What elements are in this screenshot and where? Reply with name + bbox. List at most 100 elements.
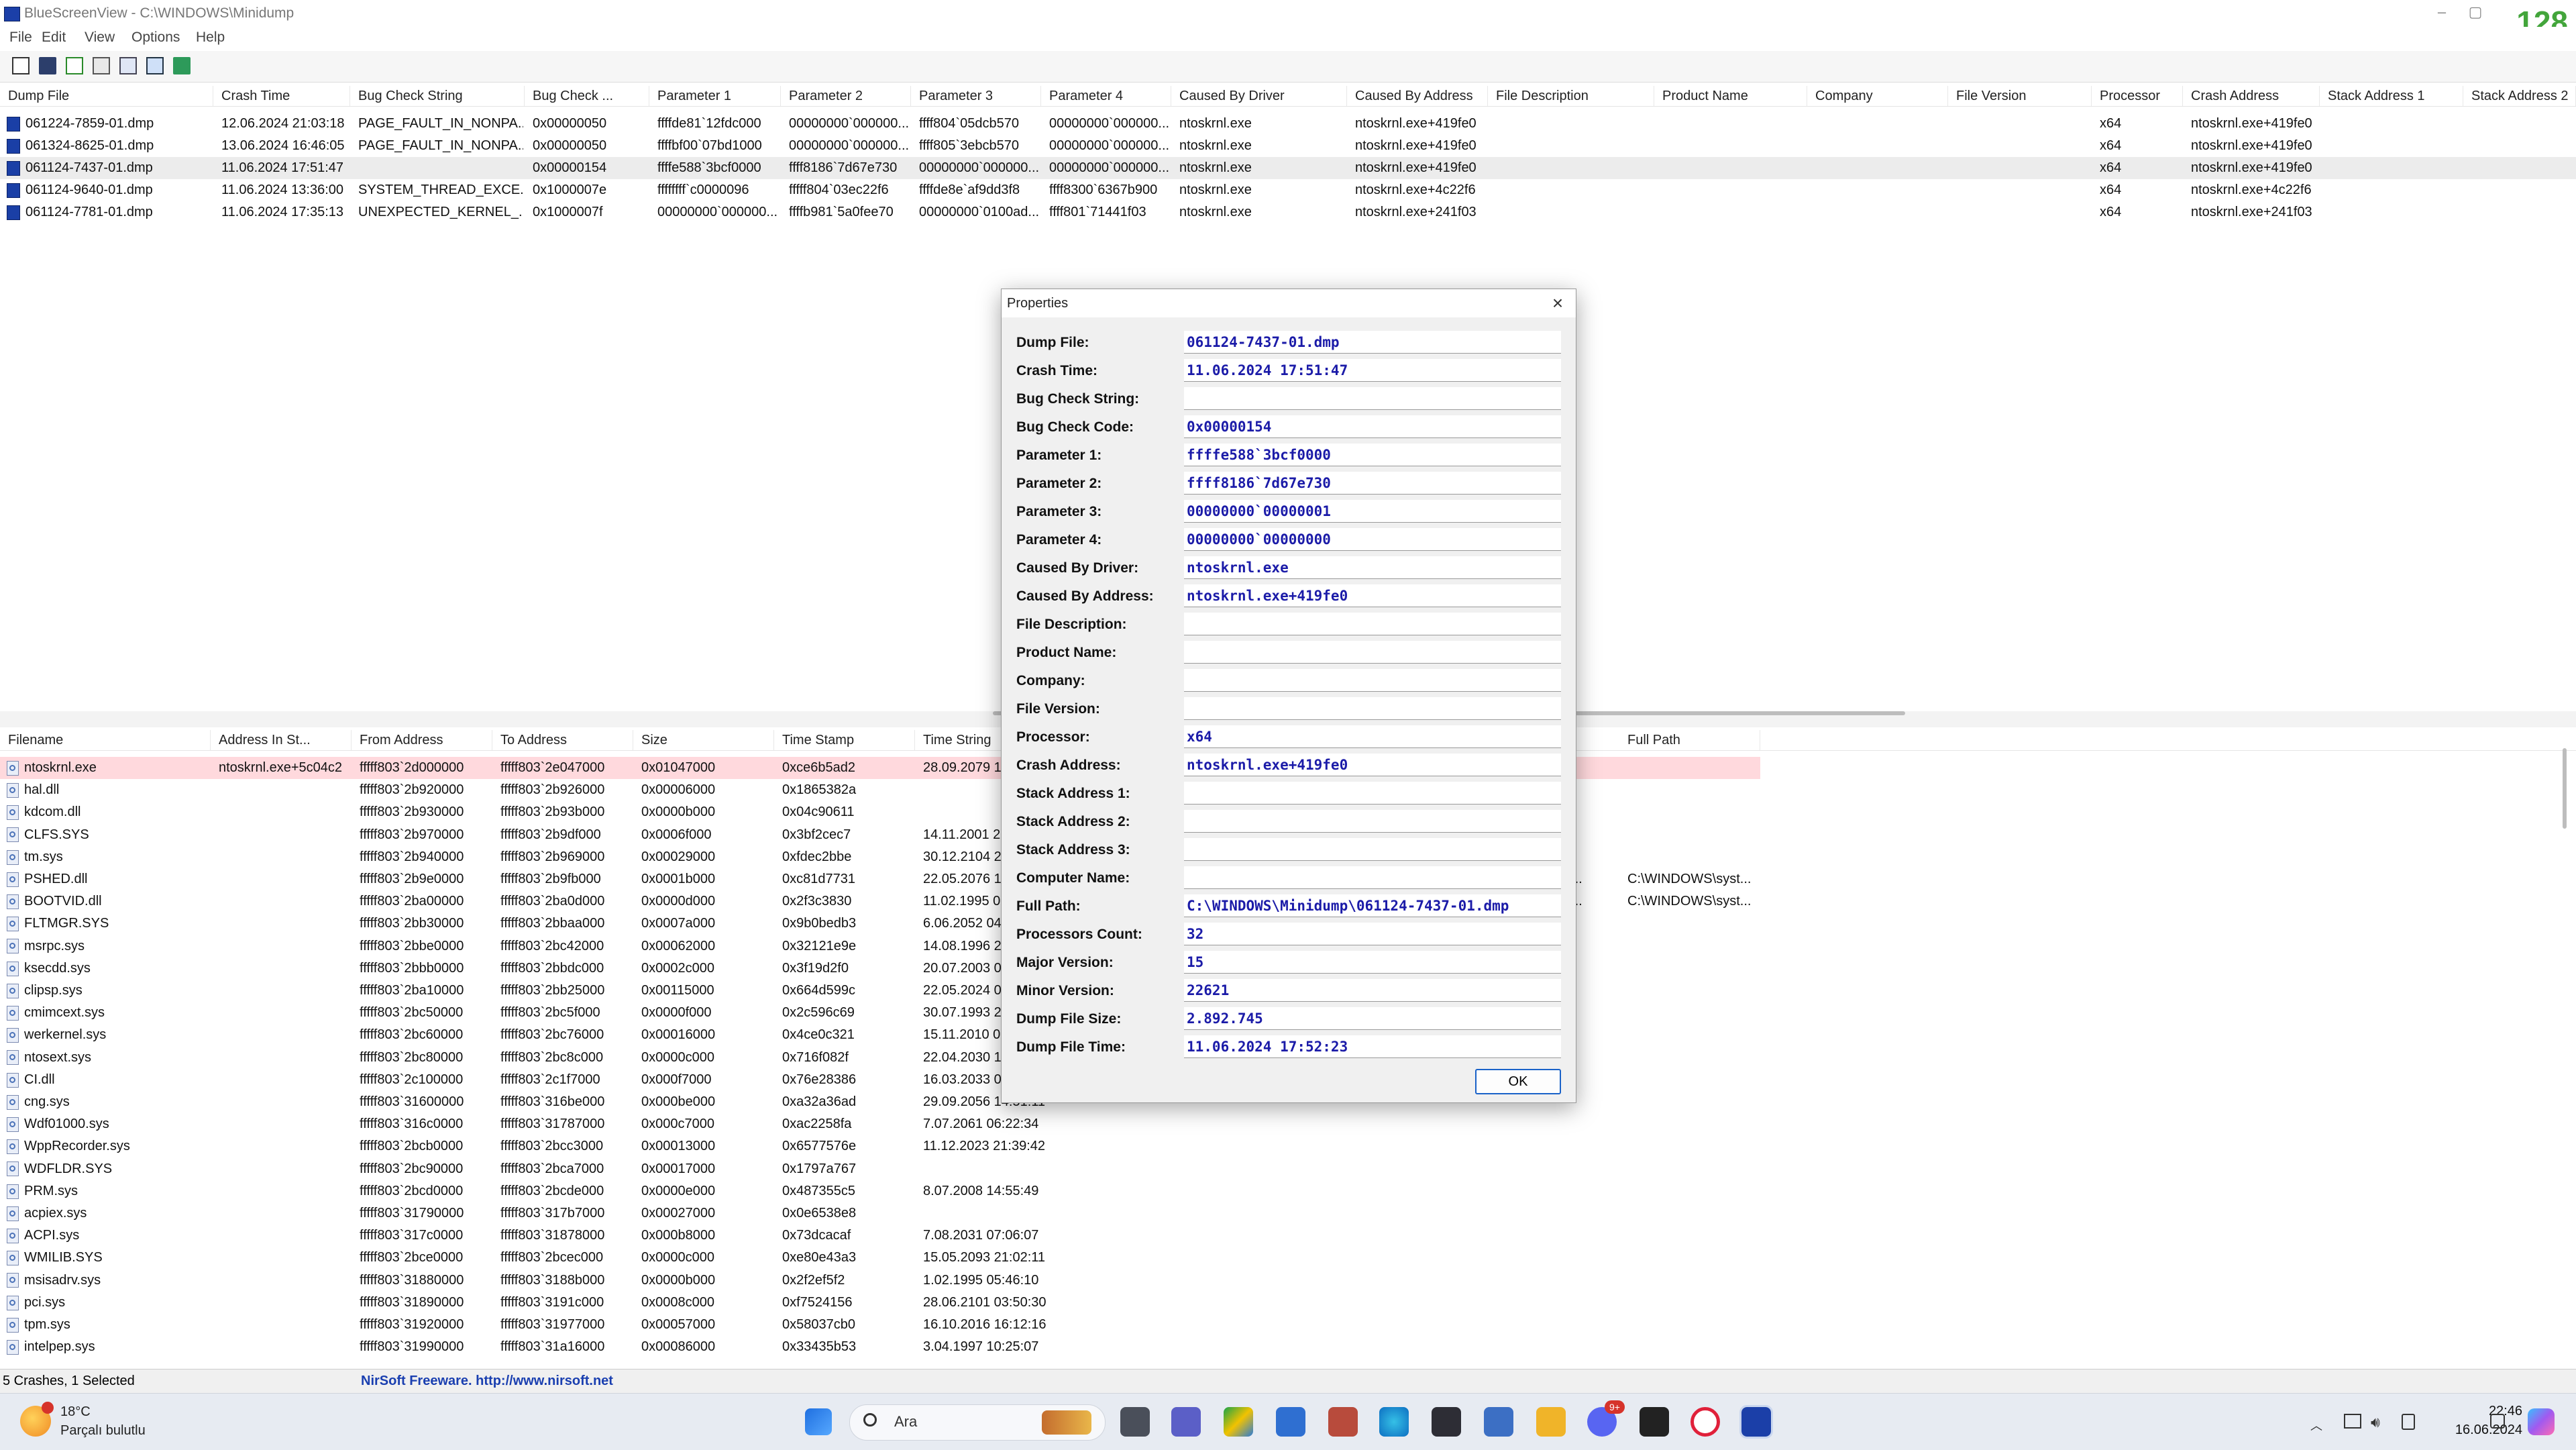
- weather-desc[interactable]: Parçalı bulutlu: [60, 1423, 146, 1439]
- property-value[interactable]: [1184, 613, 1561, 635]
- property-value[interactable]: ntoskrnl.exe+419fe0: [1184, 754, 1561, 776]
- column-header[interactable]: Address In St...: [211, 730, 352, 750]
- column-header[interactable]: Processor: [2092, 86, 2183, 106]
- column-header[interactable]: Bug Check String: [350, 86, 525, 106]
- property-value[interactable]: [1184, 641, 1561, 664]
- edge-icon[interactable]: [1379, 1407, 1409, 1437]
- property-value[interactable]: [1184, 387, 1561, 410]
- column-header[interactable]: Parameter 4: [1041, 86, 1171, 106]
- exit-icon[interactable]: [173, 57, 191, 74]
- driver-row[interactable]: ACPI.sys fffff803`317c0000 fffff803`318780…: [0, 1225, 1760, 1247]
- property-value[interactable]: 00000000`00000001: [1184, 500, 1561, 523]
- property-value[interactable]: 32: [1184, 923, 1561, 945]
- close-icon[interactable]: ×: [1548, 293, 1568, 313]
- app-icon-dark[interactable]: [1432, 1407, 1461, 1437]
- property-value[interactable]: [1184, 838, 1561, 861]
- menu-help[interactable]: Help: [196, 30, 225, 46]
- column-header[interactable]: Parameter 2: [781, 86, 911, 106]
- property-value[interactable]: 0x00000154: [1184, 415, 1561, 438]
- vertical-scrollbar[interactable]: [2563, 748, 2567, 829]
- property-value[interactable]: [1184, 782, 1561, 805]
- property-value[interactable]: 11.06.2024 17:52:23: [1184, 1035, 1561, 1058]
- menu-file[interactable]: File: [9, 30, 32, 46]
- maximize-button[interactable]: ▢: [2462, 3, 2489, 21]
- column-header[interactable]: Product Name: [1654, 86, 1807, 106]
- column-header[interactable]: Caused By Address: [1347, 86, 1488, 106]
- chevron-up-icon[interactable]: ︿: [2310, 1416, 2322, 1434]
- property-value[interactable]: ffffe588`3bcf0000: [1184, 444, 1561, 466]
- opera-icon[interactable]: [1690, 1407, 1720, 1437]
- property-value[interactable]: [1184, 669, 1561, 692]
- clock[interactable]: 22:46 16.06.2024: [2455, 1402, 2522, 1439]
- column-header[interactable]: File Version: [1948, 86, 2092, 106]
- start-icon[interactable]: [805, 1408, 832, 1435]
- dump-row[interactable]: 061324-8625-01.dmp 13.06.2024 16:46:05 PAG…: [0, 135, 2576, 157]
- property-value[interactable]: 061124-7437-01.dmp: [1184, 331, 1561, 354]
- property-value[interactable]: ntoskrnl.exe+419fe0: [1184, 584, 1561, 607]
- column-header[interactable]: From Address: [352, 730, 492, 750]
- property-value[interactable]: [1184, 866, 1561, 889]
- column-header[interactable]: Crash Address: [2183, 86, 2320, 106]
- property-value[interactable]: 15: [1184, 951, 1561, 974]
- column-header[interactable]: File Description: [1488, 86, 1654, 106]
- driver-row[interactable]: pci.sys fffff803`31890000 fffff803`3191c00…: [0, 1292, 1760, 1314]
- file-explorer-icon[interactable]: [1536, 1407, 1566, 1437]
- volume-icon[interactable]: 🔊︎: [2371, 1414, 2380, 1431]
- property-value[interactable]: 22621: [1184, 979, 1561, 1002]
- column-header[interactable]: Full Path: [1619, 730, 1760, 750]
- menu-options[interactable]: Options: [131, 30, 180, 46]
- store-icon[interactable]: [1276, 1407, 1305, 1437]
- menu-edit[interactable]: Edit: [42, 30, 66, 46]
- column-header[interactable]: Parameter 1: [649, 86, 781, 106]
- dump-row[interactable]: 061124-7437-01.dmp 11.06.2024 17:51:47 0x0…: [0, 157, 2576, 179]
- column-header[interactable]: To Address: [492, 730, 633, 750]
- property-value[interactable]: [1184, 697, 1561, 720]
- html-report-icon[interactable]: [119, 57, 137, 74]
- column-header[interactable]: Stack Address 1: [2320, 86, 2463, 106]
- property-value[interactable]: 11.06.2024 17:51:47: [1184, 359, 1561, 382]
- driver-row[interactable]: Wdf01000.sys fffff803`316c0000 fffff803`31…: [0, 1113, 1760, 1135]
- monitor-app-icon[interactable]: [1484, 1407, 1513, 1437]
- copilot-icon[interactable]: [2528, 1408, 2555, 1435]
- column-header[interactable]: Dump File: [0, 86, 213, 106]
- dump-row[interactable]: 061224-7859-01.dmp 12.06.2024 21:03:18 PAG…: [0, 113, 2576, 135]
- task-view-icon[interactable]: [1120, 1407, 1150, 1437]
- column-header[interactable]: Parameter 3: [911, 86, 1041, 106]
- drive-icon[interactable]: [1224, 1407, 1253, 1437]
- column-header[interactable]: Filename: [0, 730, 211, 750]
- driver-row[interactable]: tpm.sys fffff803`31920000 fffff803`3197700…: [0, 1314, 1760, 1336]
- property-value[interactable]: x64: [1184, 725, 1561, 748]
- game-icon[interactable]: [1328, 1407, 1358, 1437]
- property-value[interactable]: ffff8186`7d67e730: [1184, 472, 1561, 495]
- property-value[interactable]: 00000000`00000000: [1184, 528, 1561, 551]
- driver-row[interactable]: PRM.sys fffff803`2bcd0000 fffff803`2bcde00…: [0, 1180, 1760, 1202]
- column-header[interactable]: Bug Check ...: [525, 86, 649, 106]
- save-icon[interactable]: [39, 57, 56, 74]
- column-header[interactable]: Caused By Driver: [1171, 86, 1347, 106]
- dump-row[interactable]: 061124-7781-01.dmp 11.06.2024 17:35:13 UNE…: [0, 201, 2576, 223]
- column-header[interactable]: Stack Address 2: [2463, 86, 2576, 106]
- refresh-icon[interactable]: [66, 57, 83, 74]
- network-icon[interactable]: [2344, 1414, 2361, 1429]
- column-header[interactable]: Company: [1807, 86, 1948, 106]
- chat-icon[interactable]: [1171, 1407, 1201, 1437]
- battery-icon[interactable]: [2402, 1414, 2415, 1430]
- menu-view[interactable]: View: [85, 30, 115, 46]
- column-header[interactable]: Crash Time: [213, 86, 350, 106]
- driver-row[interactable]: WMILIB.SYS fffff803`2bce0000 fffff803`2bce…: [0, 1247, 1760, 1269]
- terminal-icon[interactable]: [1640, 1407, 1669, 1437]
- nirsoft-link[interactable]: NirSoft Freeware. http://www.nirsoft.net: [361, 1374, 613, 1389]
- column-header[interactable]: Time Stamp: [774, 730, 915, 750]
- driver-row[interactable]: intelpep.sys fffff803`31990000 fffff803`31…: [0, 1336, 1760, 1358]
- notification-icon[interactable]: [2490, 1414, 2505, 1429]
- find-icon[interactable]: [146, 57, 164, 74]
- ok-button[interactable]: OK: [1475, 1069, 1561, 1094]
- search-box[interactable]: Ara: [849, 1404, 1106, 1441]
- properties-icon[interactable]: [12, 57, 30, 74]
- driver-row[interactable]: WDFLDR.SYS fffff803`2bc90000 fffff803`2bca…: [0, 1158, 1760, 1180]
- driver-row[interactable]: acpiex.sys fffff803`31790000 fffff803`317b…: [0, 1202, 1760, 1225]
- property-value[interactable]: C:\WINDOWS\Minidump\061124-7437-01.dmp: [1184, 894, 1561, 917]
- driver-row[interactable]: msisadrv.sys fffff803`31880000 fffff803`31…: [0, 1270, 1760, 1292]
- property-value[interactable]: 2.892.745: [1184, 1007, 1561, 1030]
- weather-temp[interactable]: 18°C: [60, 1404, 91, 1420]
